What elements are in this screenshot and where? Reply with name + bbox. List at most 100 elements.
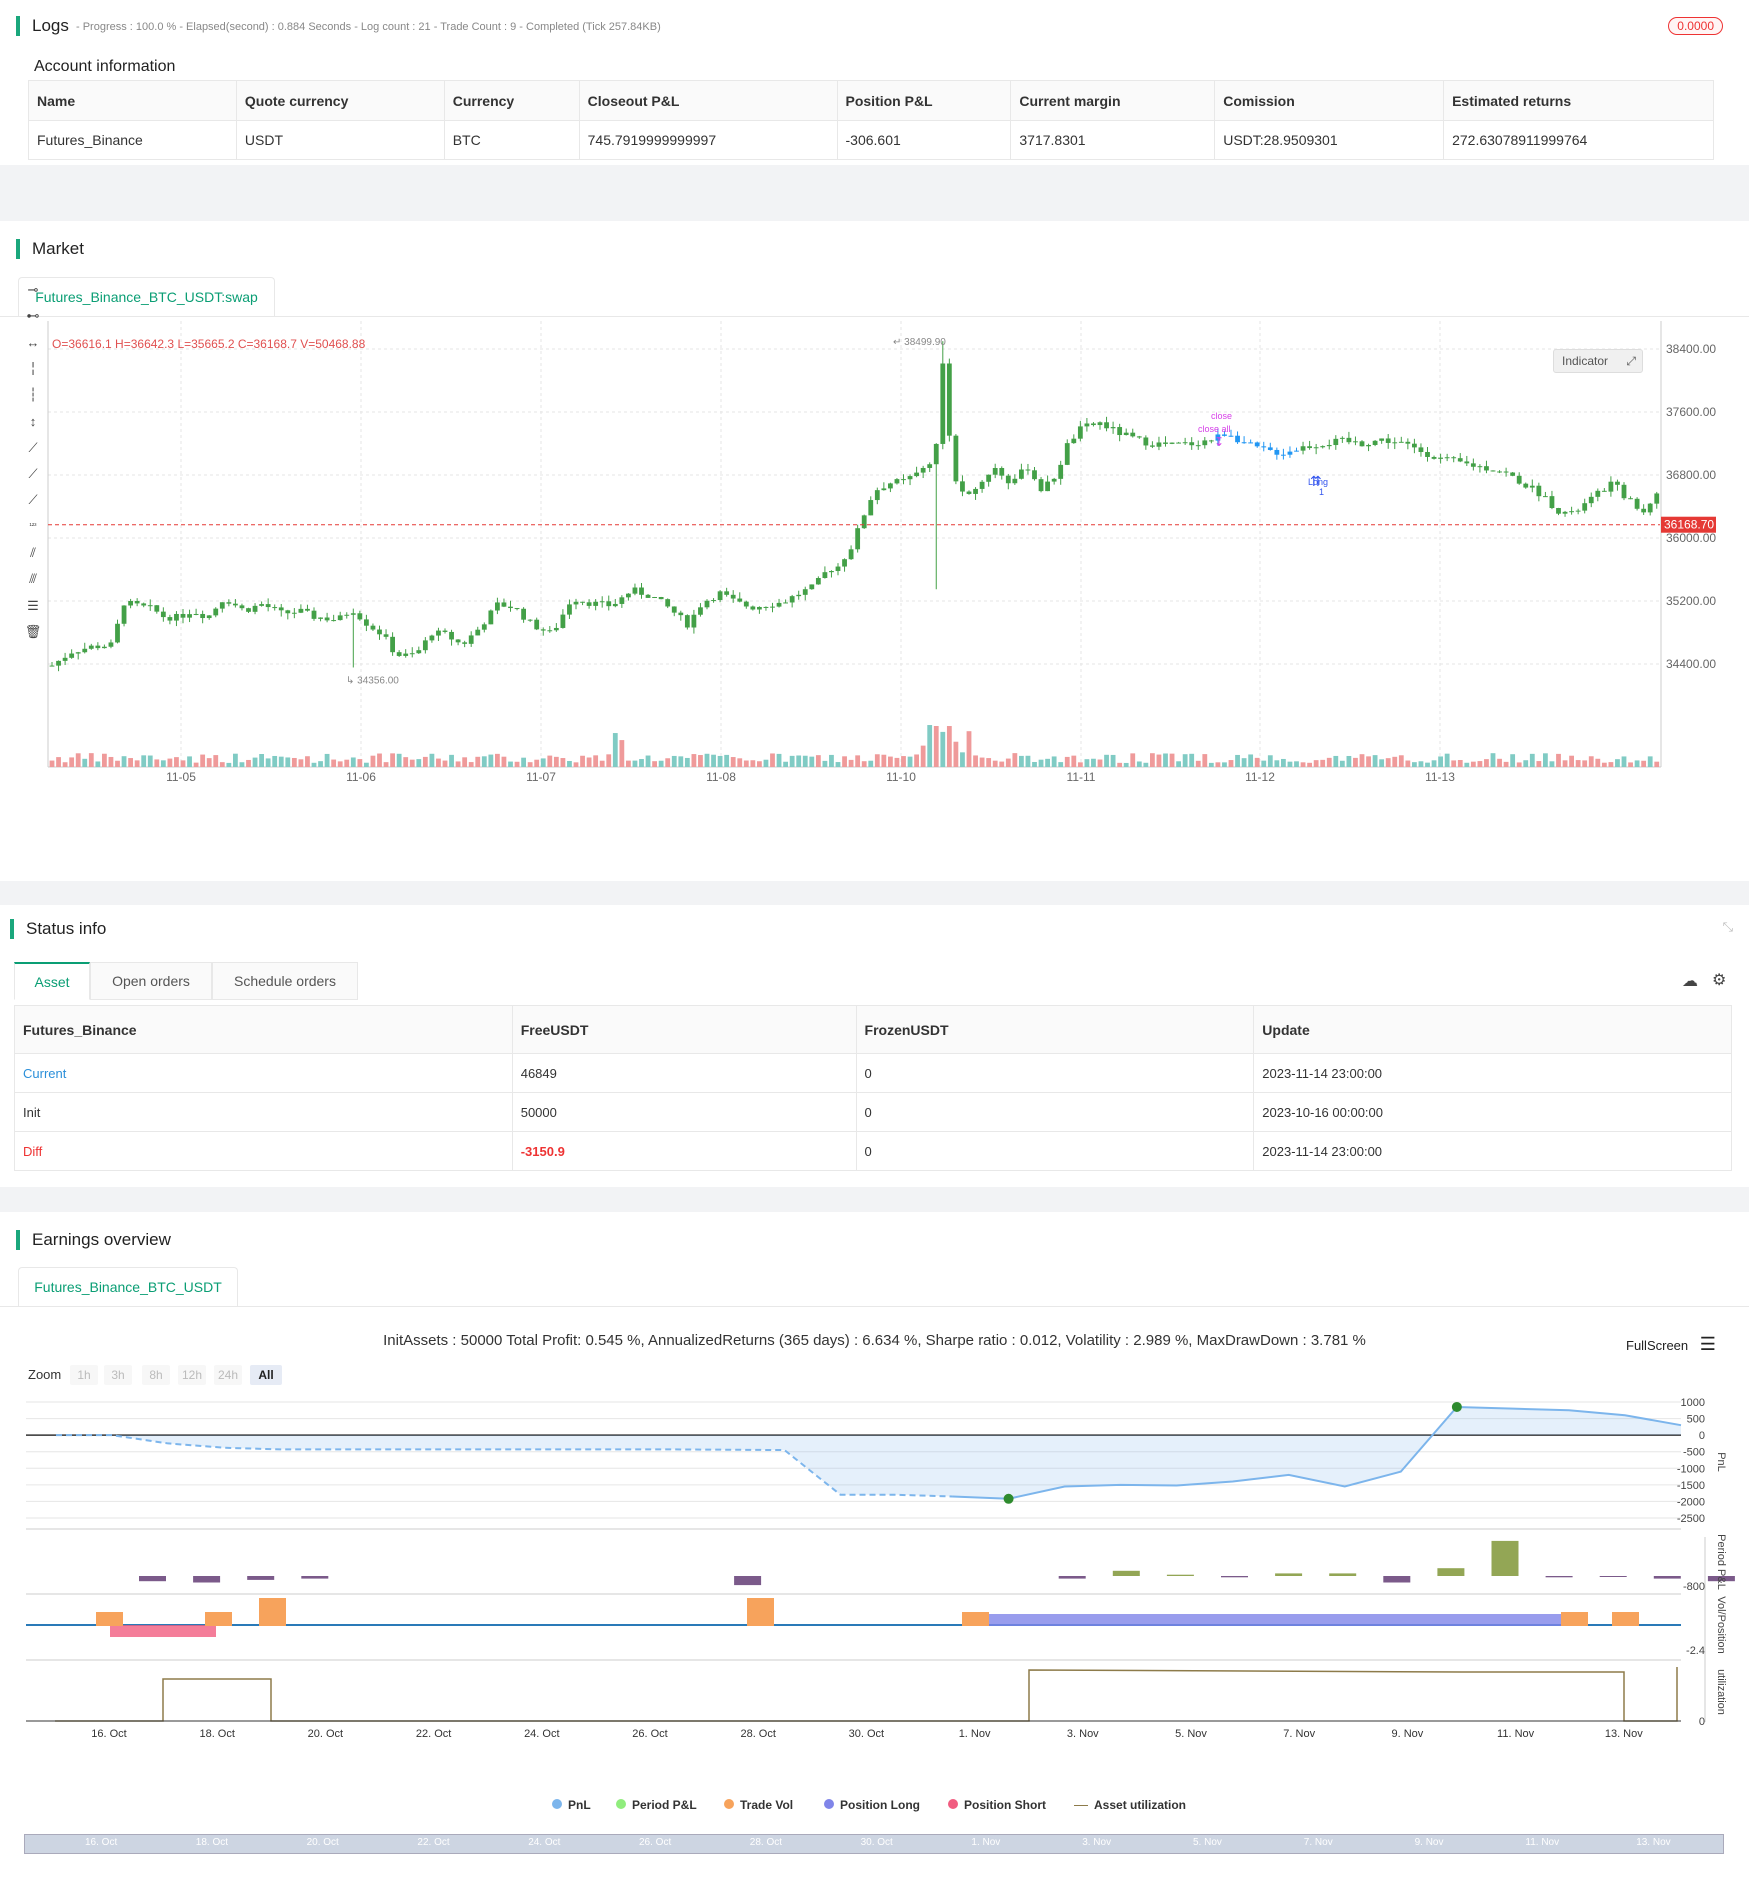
volume-bar (1339, 760, 1345, 767)
volume-bar (318, 761, 323, 767)
status-cell: Diff (14, 1131, 513, 1171)
candle-body (717, 591, 723, 601)
status-cell: 0 (855, 1131, 1255, 1171)
candle-body (95, 645, 101, 649)
candle-body (1313, 447, 1319, 449)
expand-icon[interactable]: ⤢ (1626, 350, 1636, 372)
candle-body (252, 605, 258, 612)
candle-body (711, 600, 716, 602)
candle-body (1588, 496, 1594, 504)
status-tab-asset[interactable]: Asset (14, 962, 90, 1000)
volume-bar (724, 754, 730, 767)
volume-bar (1615, 759, 1620, 767)
earnings-tab[interactable]: Futures_Binance_BTC_USDT (18, 1267, 238, 1307)
legend-item-period-p&l[interactable]: Period P&L (616, 1798, 697, 1812)
legend-item-position-long[interactable]: Position Long (824, 1798, 920, 1812)
candle-body (619, 597, 625, 604)
volume-bar (1510, 754, 1516, 767)
volume-bar (1071, 755, 1077, 767)
status-tab-open-orders[interactable]: Open orders (90, 962, 212, 1000)
horizontal-ray-icon[interactable]: ⊸ (24, 281, 42, 299)
candle-body (1641, 508, 1647, 513)
last-price-label: 36168.70 (1664, 518, 1714, 532)
candle-body (285, 610, 291, 614)
zoom-8h-button[interactable]: 8h (142, 1365, 170, 1385)
volume-bar (521, 757, 526, 767)
zoom-24h-button[interactable]: 24h (214, 1365, 242, 1385)
candle-body (1117, 427, 1123, 436)
candle-body (1110, 427, 1116, 429)
axis-title: utilization (1715, 1669, 1727, 1715)
pnl-tick-label: -500 (1683, 1447, 1705, 1459)
volume-bar (1267, 755, 1273, 767)
volume-bar (115, 760, 120, 767)
candle-body (1595, 490, 1601, 497)
candle-body (206, 615, 212, 619)
volume-bar (1300, 762, 1306, 767)
candle-body (154, 605, 160, 612)
volume-bar (966, 731, 972, 767)
legend-item-asset-utilization[interactable]: Asset utilization (1074, 1798, 1186, 1812)
volume-bar (1195, 760, 1201, 767)
candle-body (1425, 452, 1430, 457)
candle-body (1562, 511, 1568, 514)
zoom-1h-button[interactable]: 1h (70, 1365, 98, 1385)
status-cell: Current (14, 1053, 513, 1093)
volume-bar (495, 753, 500, 767)
status-title: Status info (10, 919, 106, 939)
market-title: Market (16, 239, 84, 259)
market-tab[interactable]: Futures_Binance_BTC_USDT:swap (18, 277, 275, 317)
settings-icon[interactable]: ⚙ (1712, 970, 1726, 990)
zoom-all-button[interactable]: All (250, 1365, 282, 1385)
date-tick-label: 20. Oct (308, 1728, 343, 1740)
legend-item-pnl[interactable]: PnL (552, 1798, 591, 1812)
candle-body (1418, 447, 1424, 453)
menu-icon[interactable]: ☰ (1700, 1334, 1716, 1354)
status-cell: 46849 (511, 1053, 857, 1093)
navigator-scrollbar[interactable]: 16. Oct 18. Oct 20. Oct 22. Oct 24. Oct 26. O… (24, 1834, 1724, 1854)
account-header-cell: Currency (443, 80, 580, 121)
candle-body (1372, 440, 1378, 445)
volume-bar (1543, 753, 1548, 767)
volume-bar (1176, 761, 1181, 767)
volume-bar (88, 753, 94, 767)
candle-body (1176, 442, 1181, 444)
volume-bar (1281, 758, 1286, 767)
candle-body (1320, 446, 1326, 448)
status-row: Current 46849 0 2023-11-14 23:00:00 (14, 1053, 1732, 1093)
indicator-button[interactable]: Indicator ⤢ (1553, 349, 1643, 373)
candle-body (416, 650, 422, 654)
candle-body (1601, 490, 1607, 492)
status-tab-schedule-orders[interactable]: Schedule orders (212, 962, 358, 1000)
fullscreen-button[interactable]: FullScreen ☰ (1626, 1334, 1716, 1355)
candle-body (586, 602, 592, 606)
candle-body (1654, 493, 1660, 504)
candle-body (82, 648, 88, 653)
account-cell: 3717.8301 (1010, 120, 1216, 160)
download-icon[interactable]: ☁ (1682, 971, 1698, 991)
candlestick-chart: 38400.00 37600.00 36800.00 36000.00 35200.00… (47, 321, 1716, 784)
volume-bar (567, 760, 572, 767)
legend-item-trade-vol[interactable]: Trade Vol (724, 1798, 793, 1812)
period-pnl-bar (247, 1576, 275, 1580)
account-header-cell: Name (28, 80, 237, 121)
volume-bar (1444, 753, 1450, 767)
candle-body (757, 606, 762, 610)
zoom-12h-button[interactable]: 12h (178, 1365, 206, 1385)
zoom-3h-button[interactable]: 3h (104, 1365, 132, 1385)
trade-vol-bar (1612, 1612, 1639, 1626)
candle-body (567, 604, 572, 615)
volume-bar (1163, 753, 1168, 767)
legend-item-position-short[interactable]: Position Short (948, 1798, 1046, 1812)
collapse-icon[interactable]: ⤡ (1723, 919, 1733, 935)
volume-bar (1556, 753, 1561, 767)
volume-bar (1025, 755, 1031, 767)
pnl-min-point (1003, 1493, 1014, 1504)
account-cell: 272.63078911999764 (1443, 120, 1714, 160)
volume-bar (1156, 754, 1162, 767)
volume-bar (1503, 761, 1509, 767)
candle-body (291, 612, 297, 614)
candle-body (874, 490, 880, 501)
volume-bar (534, 759, 540, 767)
volume-bar (979, 757, 985, 767)
